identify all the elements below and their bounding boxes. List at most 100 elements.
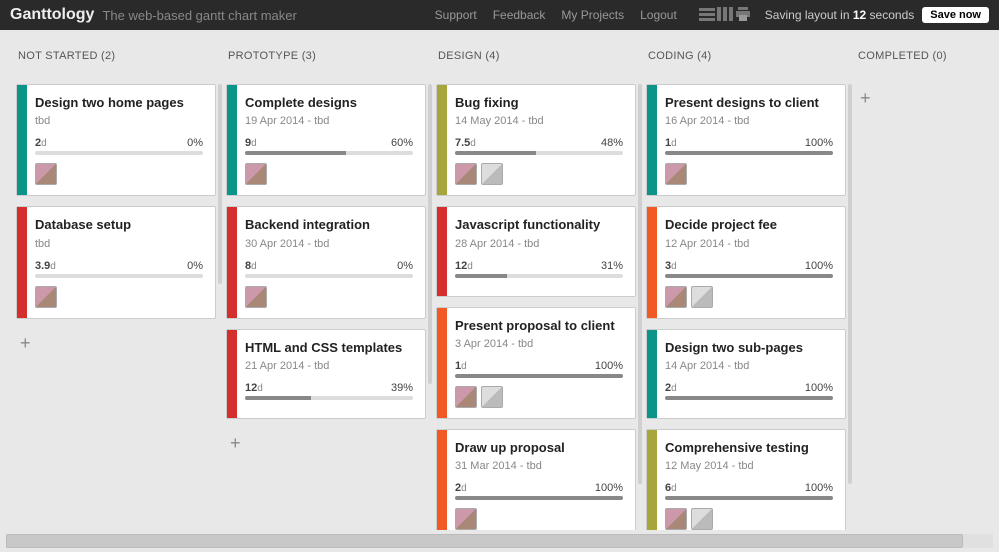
task-card[interactable]: Present designs to client16 Apr 2014 - t… <box>646 84 846 196</box>
add-card-button[interactable]: + <box>226 429 245 458</box>
print-icon[interactable] <box>735 7 751 24</box>
card-percent: 0% <box>187 137 203 149</box>
card-percent: 100% <box>805 482 833 494</box>
card-duration: 2d <box>665 382 677 394</box>
card-date: tbd <box>35 115 203 127</box>
card-stripe <box>647 207 657 317</box>
card-title: HTML and CSS templates <box>245 340 413 356</box>
avatar <box>35 163 57 185</box>
card-title: Design two home pages <box>35 95 203 111</box>
topbar: Ganttology The web-based gantt chart mak… <box>0 0 999 30</box>
card-stripe <box>17 207 27 317</box>
card-title: Comprehensive testing <box>665 440 833 456</box>
card-percent: 100% <box>805 137 833 149</box>
card-title: Decide project fee <box>665 217 833 233</box>
avatar <box>481 386 503 408</box>
card-avatars <box>665 286 833 308</box>
card-stripe <box>437 430 447 530</box>
card-stripe <box>227 207 237 317</box>
view-icons <box>699 7 751 24</box>
progress-bar <box>245 396 413 400</box>
card-title: Design two sub-pages <box>665 340 833 356</box>
progress-bar <box>245 151 413 155</box>
horizontal-scrollbar[interactable] <box>6 534 993 548</box>
task-card[interactable]: Decide project fee 12 Apr 2014 - tbd 3d 100… <box>646 206 846 318</box>
card-duration: 6d <box>665 482 677 494</box>
card-stripe <box>227 330 237 418</box>
card-title: Javascript functionality <box>455 217 623 233</box>
nav-support[interactable]: Support <box>435 8 477 22</box>
column: CODING (4) Present designs to client16 Ap… <box>646 50 846 524</box>
column-scrollbar[interactable] <box>218 84 222 284</box>
card-duration: 12d <box>455 260 473 272</box>
card-duration: 8d <box>245 260 257 272</box>
card-progress-row: 8d0% <box>245 260 413 272</box>
task-card[interactable]: Draw up proposal31 Mar 2014 - tbd2d100% <box>436 429 636 530</box>
card-date: 19 Apr 2014 - tbd <box>245 115 413 127</box>
task-card[interactable]: Comprehensive testing12 May 2014 - tbd6d… <box>646 429 846 530</box>
brand: Ganttology <box>10 6 94 24</box>
board: NOT STARTED (2)Design two home pagestbd2… <box>0 30 999 530</box>
task-card[interactable]: Complete designs 19 Apr 2014 - tbd 9d60% <box>226 84 426 196</box>
card-stripe <box>437 207 447 295</box>
save-now-button[interactable]: Save now <box>922 7 989 23</box>
card-date: 12 Apr 2014 - tbd <box>665 238 833 250</box>
tagline: The web-based gantt chart maker <box>102 8 296 23</box>
progress-bar <box>455 374 623 378</box>
card-duration: 3d <box>665 260 677 272</box>
card-avatars <box>665 508 833 530</box>
card-progress-row: 3d 100% <box>665 260 833 272</box>
card-title: Database setup <box>35 217 203 233</box>
card-avatars <box>455 508 623 530</box>
task-card[interactable]: Javascript functionality28 Apr 2014 - tb… <box>436 206 636 296</box>
card-percent: 100% <box>805 260 833 272</box>
task-card[interactable]: Database setup tbd 3.9d 0% <box>16 206 216 318</box>
progress-bar <box>35 274 203 278</box>
card-title: Complete designs <box>245 95 413 111</box>
card-percent: 0% <box>187 260 203 272</box>
card-stripe <box>647 430 657 530</box>
task-card[interactable]: Design two home pages tbd 2d 0% <box>16 84 216 196</box>
view-list-icon[interactable] <box>699 7 715 24</box>
card-stripe <box>17 85 27 195</box>
view-board-icon[interactable] <box>717 7 733 24</box>
task-card[interactable]: HTML and CSS templates21 Apr 2014 - tbd1… <box>226 329 426 419</box>
avatar <box>691 286 713 308</box>
task-card[interactable]: Bug fixing14 May 2014 - tbd7.5d48% <box>436 84 636 196</box>
column: NOT STARTED (2)Design two home pagestbd2… <box>16 50 216 524</box>
card-stripe <box>437 308 447 418</box>
progress-bar <box>455 151 623 155</box>
card-percent: 31% <box>601 260 623 272</box>
card-stripe <box>437 85 447 195</box>
nav-logout[interactable]: Logout <box>640 8 677 22</box>
card-duration: 2d <box>35 137 47 149</box>
card-date: tbd <box>35 238 203 250</box>
card-duration: 3.9d <box>35 260 56 272</box>
column-scrollbar[interactable] <box>428 84 432 384</box>
card-avatars <box>35 286 203 308</box>
avatar <box>245 286 267 308</box>
add-card-button[interactable]: + <box>16 329 35 358</box>
avatar <box>665 286 687 308</box>
add-card-button[interactable]: + <box>856 84 875 113</box>
column-header: DESIGN (4) <box>436 50 636 62</box>
column-scrollbar[interactable] <box>638 84 642 484</box>
column-header: CODING (4) <box>646 50 846 62</box>
card-progress-row: 9d60% <box>245 137 413 149</box>
nav-my-projects[interactable]: My Projects <box>561 8 624 22</box>
task-card[interactable]: Present proposal to client3 Apr 2014 - t… <box>436 307 636 419</box>
card-avatars <box>245 163 413 185</box>
nav-feedback[interactable]: Feedback <box>493 8 546 22</box>
column-header: PROTOTYPE (3) <box>226 50 426 62</box>
card-progress-row: 7.5d48% <box>455 137 623 149</box>
progress-bar <box>245 274 413 278</box>
card-title: Present designs to client <box>665 95 833 111</box>
task-card[interactable]: Backend integration30 Apr 2014 - tbd8d0% <box>226 206 426 318</box>
card-date: 30 Apr 2014 - tbd <box>245 238 413 250</box>
avatar <box>35 286 57 308</box>
task-card[interactable]: Design two sub-pages14 Apr 2014 - tbd2d1… <box>646 329 846 419</box>
card-progress-row: 1d100% <box>455 360 623 372</box>
column-scrollbar[interactable] <box>848 84 852 484</box>
card-stripe <box>227 85 237 195</box>
card-percent: 100% <box>595 482 623 494</box>
